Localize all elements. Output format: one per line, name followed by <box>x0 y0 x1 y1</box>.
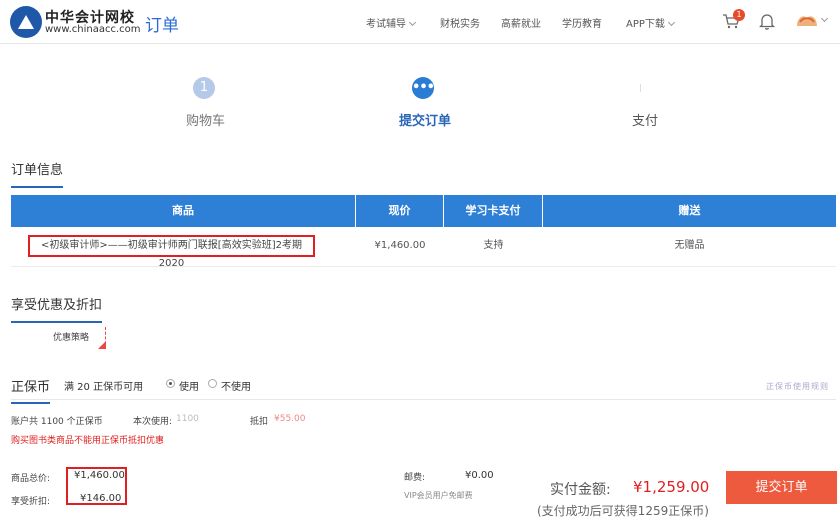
shipping-value: ¥0.00 <box>465 470 494 481</box>
submit-order-button[interactable]: 提交订单 <box>726 471 837 504</box>
discount-title: 享受优惠及折扣 <box>11 294 103 323</box>
step-label-cart: 购物车 <box>186 114 226 129</box>
nav-item-tax-practice[interactable]: 财税实务 <box>440 15 480 30</box>
this-use-value[interactable]: 1100 <box>176 414 199 424</box>
card-pay-support: 支持 <box>483 240 504 251</box>
step-3-indicator <box>640 84 641 92</box>
nav-item-degree-education[interactable]: 学历教育 <box>562 15 602 30</box>
table-row: <初级审计师>——初级审计师两门联报[高效实验班]2考期2020 ¥1,460.… <box>11 227 836 269</box>
not-use-radio[interactable] <box>208 379 217 388</box>
avatar[interactable] <box>795 12 819 28</box>
discount-total-label: 享受折扣: <box>11 497 51 507</box>
deduct-label: 抵扣 <box>250 417 269 427</box>
pay-amount-label: 实付金额: <box>550 482 611 498</box>
cart-count-badge: 1 <box>733 9 745 21</box>
zhengbao-rule-link[interactable]: 正保币使用规则 <box>766 381 829 392</box>
step-label-pay: 支付 <box>632 114 659 129</box>
coupon-strategy-tag[interactable]: 优惠策略 <box>40 327 106 349</box>
product-price: ¥1,460.00 <box>374 240 426 251</box>
nav-item-exam-tutoring[interactable]: 考试辅导 <box>366 15 417 30</box>
use-radio-label[interactable]: 使用 <box>179 378 199 393</box>
col-header-price: 现价 <box>356 195 444 227</box>
account-balance: 账户共 1100 个正保币 <box>11 417 103 427</box>
top-header: 中华会计网校 www.chinaacc.com 订单 考试辅导 财税实务 高薪就… <box>0 0 840 44</box>
not-use-radio-label[interactable]: 不使用 <box>221 378 251 393</box>
col-header-product: 商品 <box>11 195 356 227</box>
nav-item-high-salary[interactable]: 高薪就业 <box>501 15 541 30</box>
order-table-header: 商品 现价 学习卡支付 赠送 <box>11 195 836 227</box>
chevron-down-icon <box>408 18 417 27</box>
bell-icon[interactable] <box>759 12 775 30</box>
use-radio[interactable] <box>166 379 175 388</box>
deduct-value: ¥55.00 <box>274 414 306 424</box>
chevron-down-icon[interactable] <box>820 14 829 23</box>
chevron-down-icon <box>667 18 675 27</box>
divider <box>11 399 836 400</box>
shipping-label: 邮费: <box>404 473 426 483</box>
col-header-card-pay: 学习卡支付 <box>444 195 543 227</box>
zhengbao-title: 正保币 <box>11 376 51 404</box>
product-name[interactable]: <初级审计师>——初级审计师两门联报[高效实验班]2考期2020 <box>28 235 315 269</box>
this-use-label: 本次使用: <box>133 417 173 427</box>
discount-total-value: ¥146.00 <box>80 493 122 504</box>
pay-amount-value: ¥1,259.00 <box>633 478 710 496</box>
pay-reward-note: (支付成功后可获得1259正保币) <box>537 504 709 518</box>
brand-url[interactable]: www.chinaacc.com <box>45 24 141 35</box>
zhengbao-available-text: 满 20 正保币可用 <box>64 382 144 393</box>
page-title: 订单 <box>145 16 179 36</box>
gift-value: 无赠品 <box>674 240 705 251</box>
zhengbao-warning: 购买图书类商品不能用正保币抵扣优惠 <box>11 436 165 446</box>
col-header-gift: 赠送 <box>678 204 701 217</box>
order-info-title: 订单信息 <box>11 159 64 188</box>
vip-shipping-note: VIP会员用户免邮费 <box>404 491 473 500</box>
step-1-indicator: 1 <box>193 77 215 99</box>
step-label-submit-order: 提交订单 <box>399 114 452 129</box>
goods-total-label: 商品总价: <box>11 474 51 484</box>
nav-item-app-download[interactable]: APP下载 <box>626 15 675 30</box>
step-2-indicator: ••• <box>412 77 435 99</box>
logo-icon[interactable] <box>10 6 42 38</box>
goods-total-value: ¥1,460.00 <box>74 470 125 481</box>
